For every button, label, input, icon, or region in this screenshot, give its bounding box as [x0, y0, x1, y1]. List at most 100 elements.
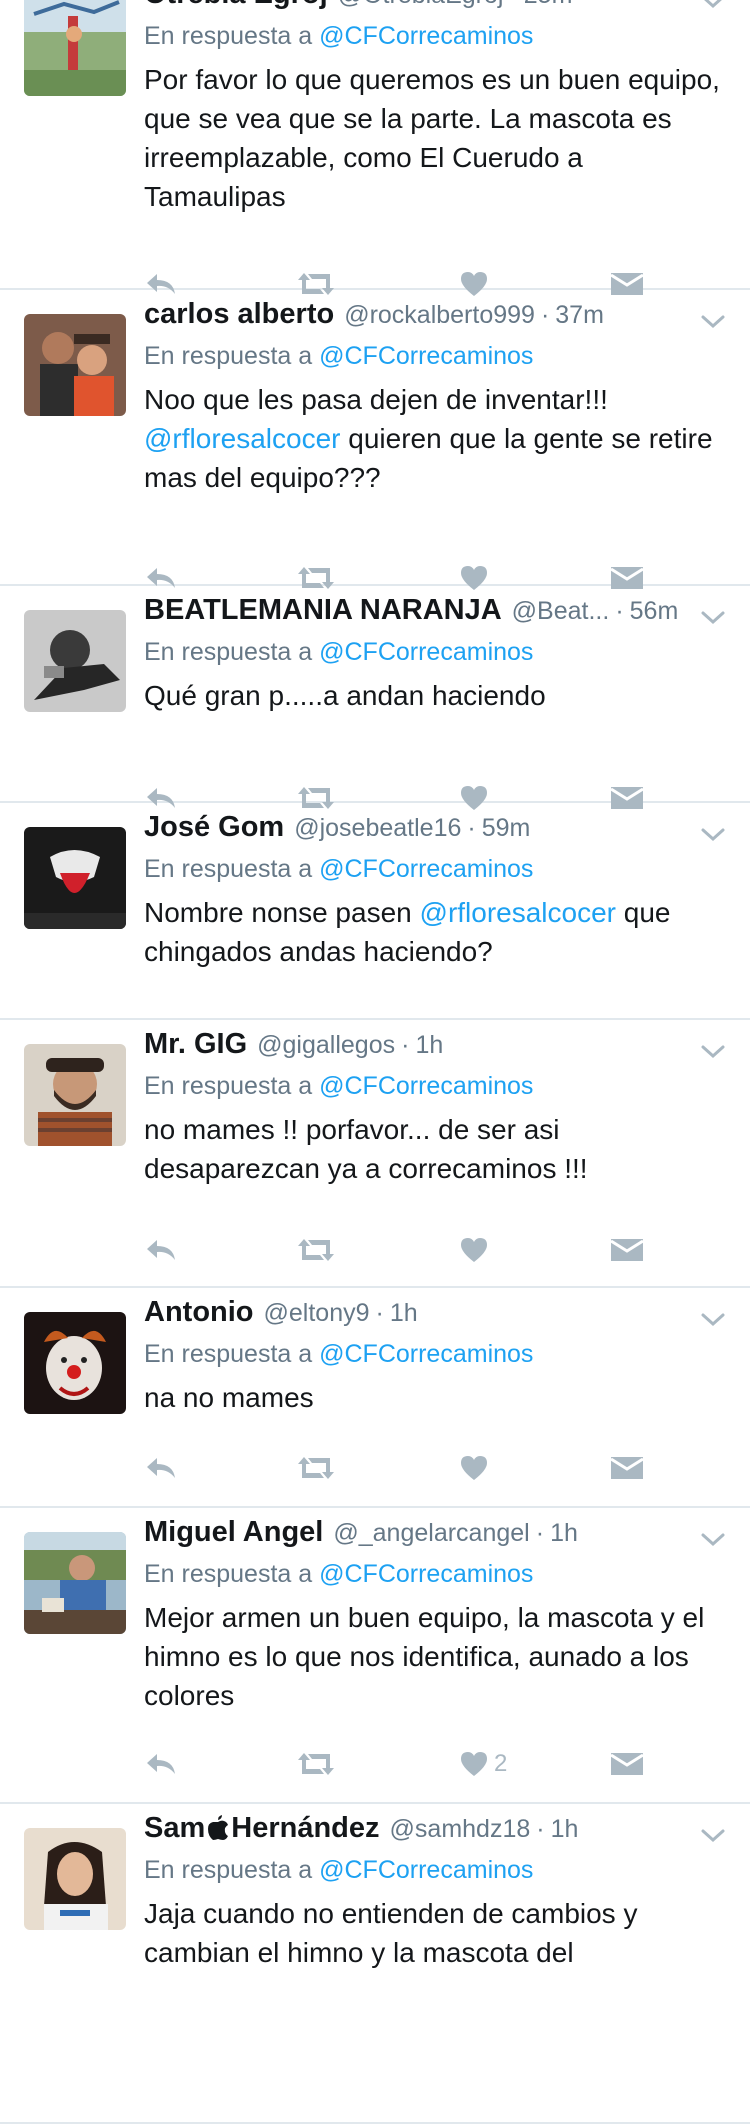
tweet[interactable]: Otrebla Egroj @OtreblaEgroj·25m En respues… [0, 0, 750, 296]
tweet-text: Noo que les pasa dejen de inventar!!! @rf… [144, 380, 726, 497]
reply-to-mention[interactable]: @CFCorrecaminos [319, 638, 533, 666]
display-name[interactable]: Mr. GIG [144, 1028, 247, 1060]
timestamp[interactable]: 1h [415, 1031, 443, 1059]
retweet-button[interactable] [296, 1448, 336, 1488]
separator-dot: · [401, 1031, 410, 1059]
display-name[interactable]: Otrebla Egroj [144, 0, 328, 10]
separator-dot: · [615, 597, 624, 625]
reply-to-mention[interactable]: @CFCorrecaminos [319, 1856, 533, 1884]
mention-link[interactable]: @rfloresalcocer [420, 897, 616, 928]
tweet-actions [144, 1448, 726, 1488]
user-handle[interactable]: @rockalberto999 [344, 301, 535, 329]
retweet-button[interactable] [296, 1744, 336, 1784]
avatar[interactable] [24, 1828, 126, 1930]
avatar[interactable] [24, 610, 126, 712]
reply-to-mention[interactable]: @CFCorrecaminos [319, 1340, 533, 1368]
chevron-down-icon[interactable] [700, 600, 726, 625]
retweet-button[interactable] [296, 1230, 336, 1270]
text-segment: Nombre nonse pasen [144, 897, 420, 928]
reply-context: En respuesta a @CFCorrecaminos [144, 1556, 726, 1592]
separator-dot: · [503, 0, 523, 9]
tweet[interactable]: Sam Hernández @samhdz18 · 1h En respuesta a @… [0, 1804, 750, 2124]
reply-to-mention[interactable]: @CFCorrecaminos [319, 1560, 533, 1588]
user-handle[interactable]: @_angelarcangel [333, 1519, 529, 1547]
reply-to-mention[interactable]: @CFCorrecaminos [319, 22, 533, 50]
display-name[interactable]: BEATLEMANIA NARANJA [144, 594, 502, 626]
tweet-actions: 2 [144, 1744, 726, 1784]
reply-to-mention[interactable]: @CFCorrecaminos [319, 855, 533, 883]
reply-context: En respuesta a @CFCorrecaminos [144, 1852, 726, 1888]
tweet[interactable]: BEATLEMANIA NARANJA @Beat... · 56m En respue… [0, 586, 750, 810]
reply-prefix: En respuesta a [144, 1072, 313, 1100]
timestamp[interactable]: 1h [550, 1519, 578, 1547]
timestamp[interactable]: 59m [482, 814, 531, 842]
reply-icon [147, 1754, 175, 1774]
chevron-down-icon[interactable] [700, 0, 726, 9]
display-name[interactable]: Sam Hernández [144, 1812, 380, 1844]
chevron-down-icon[interactable] [700, 817, 726, 842]
chevron-down-icon[interactable] [700, 1818, 726, 1843]
heart-icon [461, 1238, 487, 1262]
avatar[interactable] [24, 314, 126, 416]
reply-prefix: En respuesta a [144, 342, 313, 370]
reply-button[interactable] [144, 1744, 178, 1784]
mention-link[interactable]: @rfloresalcocer [144, 423, 340, 454]
retweet-icon [298, 1457, 334, 1479]
user-handle[interactable]: @josebeatle16 [294, 814, 461, 842]
direct-message-button[interactable] [610, 1744, 644, 1784]
tweet-body: Sam Hernández @samhdz18 · 1h En respuesta a @… [144, 1804, 726, 1972]
like-button[interactable] [460, 1448, 494, 1488]
user-handle[interactable]: @Beat... [512, 597, 610, 625]
avatar[interactable] [24, 1532, 126, 1634]
display-name[interactable]: carlos alberto [144, 298, 334, 330]
avatar[interactable] [24, 827, 126, 929]
tweet-header: Otrebla Egroj @OtreblaEgroj·25m [144, 0, 726, 18]
tweet-text: Qué gran p.....a andan haciendo [144, 676, 726, 715]
tweet[interactable]: carlos alberto @rockalberto999 · 37m En resp… [0, 290, 750, 590]
reply-prefix: En respuesta a [144, 1856, 313, 1884]
user-handle[interactable]: @samhdz18 [390, 1815, 531, 1843]
timestamp[interactable]: 1h [390, 1299, 418, 1327]
direct-message-button[interactable] [610, 1230, 644, 1270]
reply-context: En respuesta a @CFCorrecaminos [144, 1336, 726, 1372]
avatar[interactable] [24, 1312, 126, 1414]
reply-prefix: En respuesta a [144, 1560, 313, 1588]
reply-button[interactable] [144, 1448, 178, 1488]
reply-to-mention[interactable]: @CFCorrecaminos [319, 1072, 533, 1100]
separator-dot: · [536, 1815, 545, 1843]
chevron-down-icon[interactable] [700, 304, 726, 329]
tweet[interactable]: Miguel Angel @_angelarcangel · 1h En respues… [0, 1508, 750, 1804]
retweet-icon [298, 1753, 334, 1775]
display-name[interactable]: José Gom [144, 811, 284, 843]
separator-dot: · [535, 1519, 545, 1547]
display-name[interactable]: Antonio [144, 1296, 254, 1328]
reply-to-mention[interactable]: @CFCorrecaminos [319, 342, 533, 370]
tweet[interactable]: José Gom @josebeatle16 · 59m En respuesta a … [0, 803, 750, 1020]
tweet-text: no mames !! porfavor... de ser asi desap… [144, 1110, 726, 1188]
tweet[interactable]: Mr. GIG @gigallegos · 1h En respuesta a @CFC… [0, 1020, 750, 1288]
user-handle[interactable]: @gigallegos [257, 1031, 395, 1059]
chevron-down-icon[interactable] [700, 1034, 726, 1059]
timestamp[interactable]: 37m [555, 301, 604, 329]
timestamp[interactable]: 1h [551, 1815, 579, 1843]
tweet[interactable]: Antonio @eltony9 · 1h En respuesta a @CFCorr… [0, 1288, 750, 1508]
chevron-down-icon[interactable] [700, 1522, 726, 1547]
avatar[interactable] [24, 1044, 126, 1146]
direct-message-button[interactable] [610, 1448, 644, 1488]
timestamp[interactable]: 25m [524, 0, 573, 9]
like-button[interactable] [460, 1230, 494, 1270]
reply-button[interactable] [144, 1230, 178, 1270]
user-handle[interactable]: @OtreblaEgroj [338, 0, 504, 9]
chevron-down-icon[interactable] [700, 1302, 726, 1327]
text-segment: Qué gran p.....a andan haciendo [144, 680, 546, 711]
reply-icon [147, 1240, 175, 1260]
tweet-header: Antonio @eltony9 · 1h [144, 1288, 726, 1336]
timestamp[interactable]: 56m [630, 597, 679, 625]
tweet-body: BEATLEMANIA NARANJA @Beat... · 56m En respue… [144, 586, 726, 715]
tweet-header: carlos alberto @rockalberto999 · 37m [144, 290, 726, 338]
display-name[interactable]: Miguel Angel [144, 1516, 323, 1548]
avatar[interactable] [24, 0, 126, 96]
user-handle[interactable]: @eltony9 [264, 1299, 370, 1327]
like-button[interactable]: 2 [460, 1744, 507, 1784]
tweet-text: na no mames [144, 1378, 726, 1417]
